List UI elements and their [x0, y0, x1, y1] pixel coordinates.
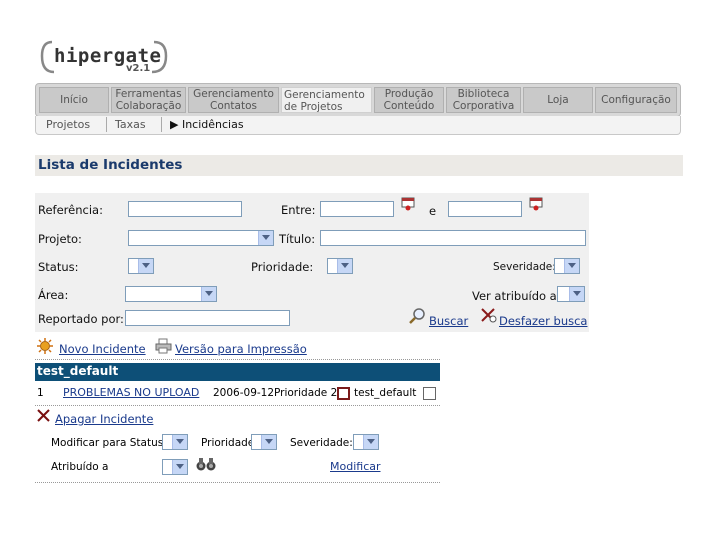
- versao-impressao-link[interactable]: Versão para Impressão: [175, 342, 307, 356]
- date-from-input[interactable]: [320, 201, 394, 217]
- modificar-link[interactable]: Modificar: [330, 460, 381, 473]
- area-select[interactable]: [125, 286, 217, 302]
- bottom-divider: [35, 482, 440, 483]
- apagar-incidente-link[interactable]: Apagar Incidente: [55, 412, 153, 426]
- page-title: Lista de Incidentes: [38, 157, 183, 173]
- section-header: Lista de Incidentes: [35, 155, 683, 176]
- row-checkbox[interactable]: [423, 387, 436, 400]
- search-icon[interactable]: [408, 307, 426, 325]
- tab-biblioteca-corporativa[interactable]: Biblioteca Corporativa: [446, 87, 521, 113]
- referencia-label: Referência:: [38, 203, 103, 217]
- desfazer-busca-link[interactable]: Desfazer busca: [499, 314, 587, 328]
- modificar-status-label: Modificar para Status: [51, 437, 164, 449]
- subtab-divider: [161, 117, 162, 132]
- row-divider: [35, 405, 440, 406]
- binoculars-icon[interactable]: [195, 456, 217, 472]
- date-to-input[interactable]: [448, 201, 522, 217]
- delete-icon[interactable]: [37, 409, 50, 422]
- batch-actions: Apagar Incidente Modificar para Status P…: [35, 408, 440, 484]
- incident-assignee: test_default: [354, 387, 417, 399]
- group-header: test_default: [35, 363, 440, 381]
- projeto-label: Projeto:: [38, 232, 82, 246]
- subtab-taxas[interactable]: Taxas: [115, 118, 146, 131]
- severidade-select[interactable]: [554, 258, 580, 274]
- filter-form: Referência: Entre: e Projeto: Título: St…: [35, 193, 589, 332]
- prioridade-select[interactable]: [327, 258, 353, 274]
- entre-label: Entre:: [281, 203, 316, 217]
- main-nav: Início Ferramentas Colaboração Gerenciame…: [35, 83, 681, 117]
- atribuido-select[interactable]: [162, 459, 188, 475]
- group-name: test_default: [37, 364, 119, 378]
- severidade-label: Severidade:: [493, 261, 556, 273]
- tab-loja[interactable]: Loja: [523, 87, 593, 113]
- batch-prioridade-select[interactable]: [251, 434, 277, 450]
- list-actions: Novo Incidente Versão para Impressão: [35, 337, 440, 360]
- tab-gerenciamento-projetos[interactable]: Gerenciamento de Projetos: [281, 87, 372, 113]
- titulo-input[interactable]: [320, 230, 586, 246]
- ver-atribuido-label: Ver atribuído a:: [472, 289, 561, 303]
- area-label: Área:: [38, 288, 69, 302]
- atribuido-label: Atribuído a: [51, 461, 109, 473]
- batch-prioridade-label: Prioridade: [201, 437, 255, 449]
- subtab-incidencias[interactable]: ▶ Incidências: [170, 118, 244, 131]
- subtab-divider: [106, 117, 107, 132]
- reportado-input[interactable]: [125, 310, 290, 326]
- prioridade-label: Prioridade:: [251, 260, 314, 274]
- printer-icon[interactable]: [155, 338, 172, 354]
- tab-inicio[interactable]: Início: [39, 87, 109, 113]
- e-label: e: [429, 204, 437, 218]
- batch-severidade-label: Severidade:: [290, 437, 353, 449]
- table-row: 1 PROBLEMAS NO UPLOAD 2006-09-12 Priorid…: [35, 384, 440, 404]
- batch-severidade-select[interactable]: [353, 434, 379, 450]
- incident-date: 2006-09-12: [213, 387, 275, 399]
- undo-search-icon[interactable]: [480, 307, 498, 325]
- hipergate-logo: hipergate v2.1: [40, 38, 170, 78]
- tab-ferramentas-colaboracao[interactable]: Ferramentas Colaboração: [111, 87, 186, 113]
- status-select[interactable]: [128, 258, 154, 274]
- subtab-projetos[interactable]: Projetos: [46, 118, 90, 131]
- new-incident-icon[interactable]: [37, 338, 53, 354]
- sub-nav: Projetos Taxas ▶ Incidências: [35, 116, 681, 135]
- novo-incidente-link[interactable]: Novo Incidente: [59, 342, 146, 356]
- priority-marker: [337, 387, 350, 400]
- tab-producao-conteudo[interactable]: Produção Conteúdo: [374, 87, 444, 113]
- buscar-link[interactable]: Buscar: [429, 314, 468, 328]
- reportado-label: Reportado por:: [38, 312, 124, 326]
- tab-gerenciamento-contatos[interactable]: Gerenciamento Contatos: [188, 87, 279, 113]
- calendar-icon[interactable]: [401, 197, 415, 211]
- titulo-label: Título:: [279, 232, 316, 246]
- calendar-icon[interactable]: [529, 197, 543, 211]
- projeto-select[interactable]: [128, 230, 274, 246]
- tab-configuracao[interactable]: Configuração: [595, 87, 677, 113]
- status-label: Status:: [38, 260, 79, 274]
- incident-title-link[interactable]: PROBLEMAS NO UPLOAD: [63, 386, 199, 399]
- modificar-status-select[interactable]: [162, 434, 188, 450]
- ver-atribuido-select[interactable]: [557, 286, 585, 302]
- incident-priority: Prioridade 2: [274, 387, 338, 399]
- referencia-input[interactable]: [128, 201, 242, 217]
- logo-version: v2.1: [126, 63, 151, 74]
- row-number: 1: [37, 387, 44, 399]
